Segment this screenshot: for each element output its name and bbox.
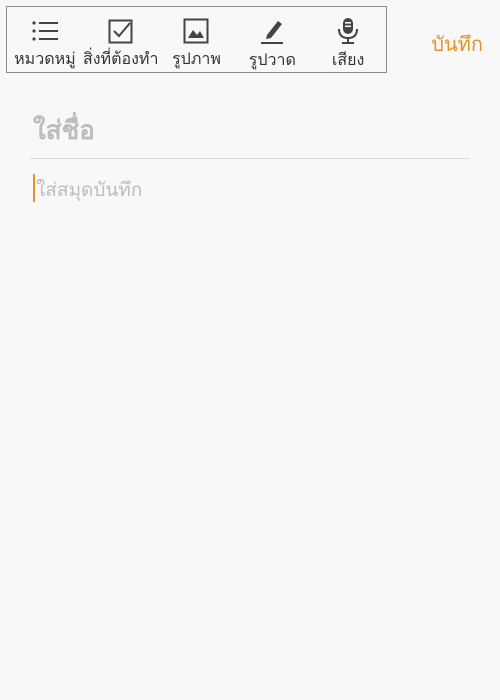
tool-category-button[interactable]: หมวดหมู่	[7, 7, 83, 72]
pen-icon	[257, 17, 287, 45]
title-divider	[30, 158, 470, 159]
tool-voice-button[interactable]: เสียง	[310, 7, 386, 72]
save-button[interactable]: บันทึก	[431, 28, 483, 60]
microphone-icon	[333, 17, 363, 45]
tool-voice-label: เสียง	[331, 50, 365, 69]
tool-image-label: รูปภาพ	[172, 49, 221, 68]
tool-todo-button[interactable]: สิ่งที่ต้องทำ	[83, 7, 159, 72]
tool-category-label: หมวดหมู่	[14, 49, 76, 68]
tool-image-button[interactable]: รูปภาพ	[159, 7, 235, 72]
list-icon	[30, 17, 60, 44]
tool-drawing-label: รูปวาด	[248, 50, 296, 69]
toolbar: หมวดหมู่ สิ่งที่ต้องทำ รูปภาพ รูปวาด เสี…	[6, 6, 387, 73]
checkbox-icon	[106, 17, 136, 44]
title-input[interactable]	[33, 112, 463, 150]
text-cursor	[33, 174, 35, 202]
note-body-input[interactable]	[36, 175, 466, 205]
tool-todo-label: สิ่งที่ต้องทำ	[82, 49, 159, 68]
tool-drawing-button[interactable]: รูปวาด	[234, 7, 310, 72]
image-icon	[181, 17, 211, 44]
